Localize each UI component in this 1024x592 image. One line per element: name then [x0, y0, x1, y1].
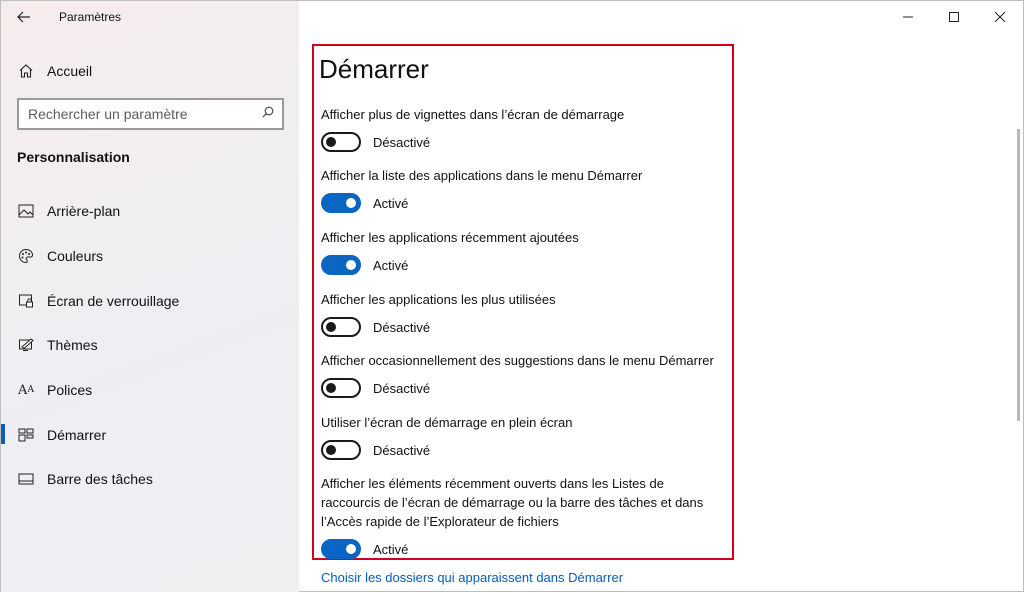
toggle-switch[interactable] [321, 193, 361, 213]
choose-folders-link[interactable]: Choisir les dossiers qui apparaissent da… [321, 570, 623, 585]
section-title: Personnalisation [17, 149, 130, 165]
setting-most-used: Afficher les applications les plus utili… [321, 290, 726, 337]
setting-label: Afficher plus de vignettes dans l’écran … [321, 107, 625, 122]
toggle-state: Désactivé [373, 380, 431, 396]
sidebar-item-label: Couleurs [47, 248, 104, 265]
setting-more-tiles: Afficher plus de vignettes dans l’écran … [321, 105, 726, 152]
search-icon[interactable] [262, 105, 274, 123]
title-bar: Paramètres [1, 1, 299, 33]
setting-recent-items: Afficher les éléments récemment ouverts … [321, 474, 726, 559]
sidebar: Paramètres Accueil Personnalisation Arri… [1, 1, 299, 592]
lock-screen-icon [17, 292, 35, 310]
toggle-knob [326, 322, 336, 332]
app-title: Paramètres [59, 10, 122, 24]
page-title: Démarrer [319, 54, 429, 84]
toggle-row[interactable]: Désactivé [321, 317, 726, 337]
toggle-row[interactable]: Activé [321, 255, 726, 275]
setting-label: Afficher les applications les plus utili… [321, 292, 556, 307]
sidebar-item-start[interactable]: Démarrer [1, 412, 299, 457]
toggle-state: Désactivé [373, 442, 431, 458]
toggle-state: Désactivé [373, 319, 431, 335]
setting-label: Afficher la liste des applications dans … [321, 168, 643, 183]
toggle-row[interactable]: Activé [321, 193, 726, 213]
sidebar-item-home[interactable]: Accueil [1, 53, 299, 89]
sidebar-item-label: Thèmes [47, 337, 98, 354]
toggle-switch[interactable] [321, 132, 361, 152]
toggle-state: Désactivé [373, 134, 431, 150]
search-input[interactable] [28, 106, 248, 122]
toggle-switch[interactable] [321, 539, 361, 559]
toggle-knob [326, 383, 336, 393]
sidebar-item-fonts[interactable]: AA Polices [1, 368, 299, 413]
palette-icon [17, 247, 35, 265]
setting-label: Utiliser l’écran de démarrage en plein é… [321, 415, 573, 430]
sidebar-item-taskbar[interactable]: Barre des tâches [1, 457, 299, 502]
toggle-knob [326, 137, 336, 147]
image-icon [17, 202, 35, 220]
setting-suggestions: Afficher occasionnellement des suggestio… [321, 351, 726, 398]
toggle-row[interactable]: Désactivé [321, 132, 726, 152]
taskbar-icon [17, 470, 35, 488]
arrow-left-icon [17, 11, 30, 23]
setting-app-list: Afficher la liste des applications dans … [321, 166, 726, 213]
sidebar-item-colors[interactable]: Couleurs [1, 234, 299, 279]
setting-label: Afficher les éléments récemment ouverts … [321, 476, 704, 529]
toggle-switch[interactable] [321, 317, 361, 337]
toggle-knob [346, 544, 356, 554]
sidebar-home-label: Accueil [47, 63, 93, 79]
setting-full-screen: Utiliser l’écran de démarrage en plein é… [321, 413, 726, 460]
main-content: Démarrer Afficher plus de vignettes dans… [299, 1, 1023, 591]
toggle-state: Activé [373, 195, 409, 211]
start-icon [17, 426, 35, 444]
toggle-knob [326, 445, 336, 455]
toggle-row[interactable]: Activé [321, 539, 726, 559]
scrollbar[interactable] [1017, 129, 1020, 421]
sidebar-item-label: Polices [47, 382, 93, 399]
sidebar-item-label: Barre des tâches [47, 471, 153, 488]
search-box [17, 98, 284, 130]
toggle-switch[interactable] [321, 255, 361, 275]
sidebar-item-label: Démarrer [47, 426, 107, 443]
home-icon [17, 62, 35, 80]
toggle-switch[interactable] [321, 378, 361, 398]
toggle-switch[interactable] [321, 440, 361, 460]
toggle-row[interactable]: Désactivé [321, 378, 726, 398]
toggle-state: Activé [373, 257, 409, 273]
sidebar-item-background[interactable]: Arrière-plan [1, 189, 299, 234]
fonts-icon: AA [18, 382, 34, 398]
toggle-row[interactable]: Désactivé [321, 440, 726, 460]
toggle-state: Activé [373, 541, 409, 557]
setting-label: Afficher occasionnellement des suggestio… [321, 353, 714, 368]
sidebar-item-themes[interactable]: Thèmes [1, 323, 299, 368]
toggle-knob [346, 260, 356, 270]
setting-label: Afficher les applications récemment ajou… [321, 230, 579, 245]
nav-list: Arrière-plan Couleurs Écran de verrouill… [1, 189, 299, 502]
toggle-knob [346, 198, 356, 208]
back-button[interactable] [1, 1, 47, 33]
sidebar-item-label: Écran de verrouillage [47, 292, 180, 309]
sidebar-item-label: Arrière-plan [47, 203, 121, 220]
sidebar-item-lock-screen[interactable]: Écran de verrouillage [1, 278, 299, 323]
themes-icon [17, 336, 35, 354]
setting-recently-added: Afficher les applications récemment ajou… [321, 228, 726, 275]
